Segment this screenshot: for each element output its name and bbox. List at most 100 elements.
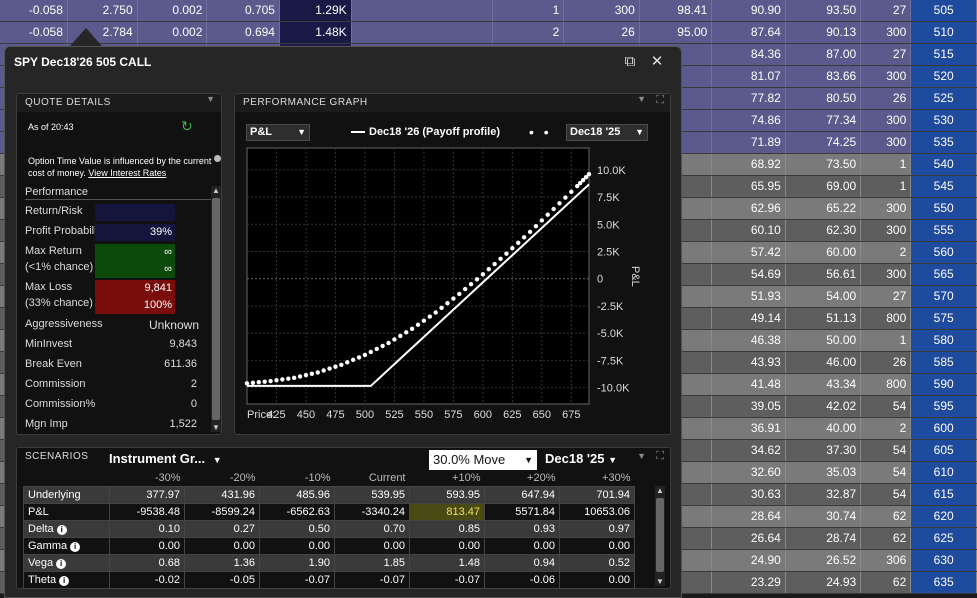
- strike-cell[interactable]: 505: [911, 0, 977, 21]
- chain-cell[interactable]: 68.92: [712, 154, 786, 175]
- chain-cell[interactable]: 62.30: [786, 220, 862, 241]
- chain-cell[interactable]: 26.52: [786, 550, 862, 571]
- strike-cell[interactable]: 585: [911, 352, 977, 373]
- panel-menu-icon[interactable]: ▼: [637, 451, 646, 461]
- popout-icon[interactable]: ⧉: [621, 53, 639, 71]
- chain-cell[interactable]: 77.82: [712, 88, 786, 109]
- chain-cell[interactable]: 26: [861, 88, 912, 109]
- strike-cell[interactable]: 595: [911, 396, 977, 417]
- chain-cell[interactable]: 24.93: [786, 572, 862, 593]
- chain-cell[interactable]: 1: [861, 330, 912, 351]
- scroll-thumb[interactable]: [212, 198, 220, 420]
- chain-cell[interactable]: 54.00: [786, 286, 862, 307]
- chain-row[interactable]: -0.058 2.750 0.002 0.705 1.29K 1 300 98.41 90.90…: [0, 0, 977, 22]
- chain-cell[interactable]: 23.29: [712, 572, 786, 593]
- chain-cell[interactable]: 2.750: [68, 0, 138, 21]
- close-icon[interactable]: ✕: [648, 53, 666, 71]
- chain-cell[interactable]: 0.002: [138, 0, 208, 21]
- chain-cell[interactable]: 1.29K: [279, 0, 352, 21]
- chain-cell[interactable]: [352, 22, 493, 43]
- chain-cell[interactable]: 32.60: [712, 462, 786, 483]
- chain-cell[interactable]: 54: [861, 462, 912, 483]
- chain-cell[interactable]: 300: [861, 132, 912, 153]
- chain-cell[interactable]: 57.42: [712, 242, 786, 263]
- chain-cell[interactable]: 81.07: [712, 66, 786, 87]
- chain-cell[interactable]: 300: [861, 22, 912, 43]
- quote-scrollbar[interactable]: ▲ ▼: [211, 186, 221, 432]
- chain-cell[interactable]: 51.13: [786, 308, 862, 329]
- chain-cell[interactable]: 90.13: [786, 22, 862, 43]
- chain-cell[interactable]: 93.50: [786, 0, 862, 21]
- scenario-date-select[interactable]: Dec18 '25 ▼: [545, 451, 617, 466]
- strike-cell[interactable]: 635: [911, 572, 977, 593]
- scroll-thumb[interactable]: [656, 498, 664, 572]
- chain-cell[interactable]: 77.34: [786, 110, 862, 131]
- chain-cell[interactable]: 49.14: [712, 308, 786, 329]
- chain-cell[interactable]: 35.03: [786, 462, 862, 483]
- scroll-up-icon[interactable]: ▲: [655, 486, 665, 495]
- chain-cell[interactable]: 800: [861, 374, 912, 395]
- scroll-down-icon[interactable]: ▼: [211, 423, 221, 432]
- instrument-group-select[interactable]: Instrument Gr... ▼: [109, 451, 222, 466]
- chain-cell[interactable]: 2: [861, 242, 912, 263]
- chain-cell[interactable]: 40.00: [786, 418, 862, 439]
- chain-cell[interactable]: 83.66: [786, 66, 862, 87]
- strike-cell[interactable]: 550: [911, 198, 977, 219]
- chain-cell[interactable]: 30.63: [712, 484, 786, 505]
- chain-cell[interactable]: 37.30: [786, 440, 862, 461]
- chain-cell[interactable]: 54.69: [712, 264, 786, 285]
- strike-cell[interactable]: 525: [911, 88, 977, 109]
- chain-cell[interactable]: 27: [861, 44, 912, 65]
- chain-cell[interactable]: [352, 0, 493, 21]
- chain-row[interactable]: -0.058 2.784 0.002 0.694 1.48K 2 26 95.00 87.64 9…: [0, 22, 977, 44]
- expand-icon[interactable]: ⛶: [656, 94, 664, 107]
- chain-cell[interactable]: 42.02: [786, 396, 862, 417]
- chain-cell[interactable]: 34.62: [712, 440, 786, 461]
- chain-cell[interactable]: 46.38: [712, 330, 786, 351]
- chain-cell[interactable]: 1: [493, 0, 565, 21]
- chain-cell[interactable]: 2: [493, 22, 565, 43]
- chain-cell[interactable]: 30.74: [786, 506, 862, 527]
- chain-cell[interactable]: 62: [861, 572, 912, 593]
- date-select[interactable]: Dec18 '25 ▼: [566, 124, 648, 141]
- chain-cell[interactable]: 2: [861, 418, 912, 439]
- strike-cell[interactable]: 535: [911, 132, 977, 153]
- chain-cell[interactable]: 28.64: [712, 506, 786, 527]
- chain-cell[interactable]: 43.34: [786, 374, 862, 395]
- chain-cell[interactable]: 69.00: [786, 176, 862, 197]
- expand-icon[interactable]: ⛶: [656, 450, 664, 463]
- chain-cell[interactable]: 65.95: [712, 176, 786, 197]
- strike-cell[interactable]: 630: [911, 550, 977, 571]
- chain-cell[interactable]: 95.00: [640, 22, 713, 43]
- strike-cell[interactable]: 515: [911, 44, 977, 65]
- chain-cell[interactable]: 98.41: [640, 0, 713, 21]
- strike-cell[interactable]: 620: [911, 506, 977, 527]
- chain-cell[interactable]: 27: [861, 0, 912, 21]
- chain-cell[interactable]: 1: [861, 154, 912, 175]
- chain-cell[interactable]: 60.10: [712, 220, 786, 241]
- chain-cell[interactable]: 1.48K: [279, 22, 352, 43]
- chain-cell[interactable]: 39.05: [712, 396, 786, 417]
- chain-cell[interactable]: 24.90: [712, 550, 786, 571]
- chain-cell[interactable]: -0.058: [0, 0, 68, 21]
- strike-cell[interactable]: 545: [911, 176, 977, 197]
- info-icon[interactable]: i: [56, 558, 67, 569]
- strike-cell[interactable]: 565: [911, 264, 977, 285]
- chain-cell[interactable]: 26: [861, 352, 912, 373]
- metric-select[interactable]: P&L ▼: [246, 124, 310, 141]
- scenarios-scrollbar[interactable]: ▲ ▼: [655, 486, 665, 586]
- chain-cell[interactable]: 27: [861, 286, 912, 307]
- chain-cell[interactable]: 46.00: [786, 352, 862, 373]
- scroll-up-icon[interactable]: ▲: [211, 186, 221, 195]
- chain-cell[interactable]: 62.96: [712, 198, 786, 219]
- info-icon[interactable]: i: [59, 575, 70, 586]
- panel-menu-icon[interactable]: ▼: [637, 94, 646, 104]
- strike-cell[interactable]: 510: [911, 22, 977, 43]
- chain-cell[interactable]: 300: [861, 198, 912, 219]
- strike-cell[interactable]: 615: [911, 484, 977, 505]
- chain-cell[interactable]: 300: [564, 0, 640, 21]
- chain-cell[interactable]: 26.64: [712, 528, 786, 549]
- chain-cell[interactable]: 32.87: [786, 484, 862, 505]
- strike-cell[interactable]: 600: [911, 418, 977, 439]
- strike-cell[interactable]: 580: [911, 330, 977, 351]
